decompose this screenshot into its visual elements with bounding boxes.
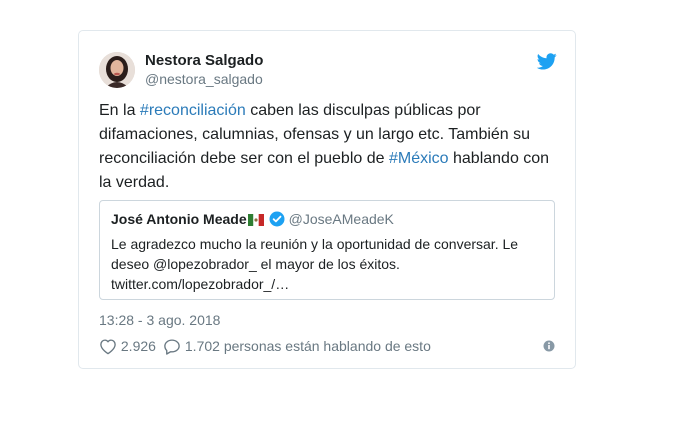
quoted-tweet-text: Le agradezco mucho la reunión y la oport… xyxy=(111,234,541,294)
quoted-tweet-header: José Antonio Meade @JoseAMeadeK xyxy=(111,211,394,227)
reply-text: 1.702 personas están hablando de esto xyxy=(184,338,431,354)
avatar[interactable] xyxy=(99,52,135,88)
author-handle[interactable]: @nestora_salgado xyxy=(145,71,263,87)
tweet-timestamp[interactable]: 13:28 - 3 ago. 2018 xyxy=(99,312,220,328)
speech-bubble-icon xyxy=(164,339,180,355)
text-segment: En la xyxy=(99,102,140,119)
quoted-author-handle: @JoseAMeadeK xyxy=(288,211,394,227)
quoted-text: Le agradezco mucho la reunión y la oport… xyxy=(111,236,519,272)
twitter-bird-icon[interactable] xyxy=(537,53,557,70)
hashtag-link[interactable]: #reconciliación xyxy=(140,102,246,119)
hashtag-link[interactable]: #México xyxy=(389,150,449,167)
verified-badge-icon xyxy=(269,211,285,227)
like-count: 2.926 xyxy=(120,338,156,354)
reply-button[interactable]: 1.702 personas están hablando de esto xyxy=(163,338,431,355)
info-icon[interactable] xyxy=(543,340,555,352)
quoted-tweet[interactable]: José Antonio Meade @JoseAMeadeK Le agrad… xyxy=(99,200,555,300)
author-name[interactable]: Nestora Salgado xyxy=(145,52,263,69)
embedded-tweet-card: Nestora Salgado @nestora_salgado En la #… xyxy=(78,30,576,369)
quoted-link[interactable]: twitter.com/lopezobrador_/… xyxy=(111,276,289,292)
quoted-author-name: José Antonio Meade xyxy=(111,211,247,227)
heart-icon xyxy=(100,339,116,355)
mexico-flag-icon xyxy=(247,214,264,226)
tweet-text: En la #reconciliación caben las disculpa… xyxy=(99,99,559,195)
like-button[interactable]: 2.926 xyxy=(99,338,156,355)
